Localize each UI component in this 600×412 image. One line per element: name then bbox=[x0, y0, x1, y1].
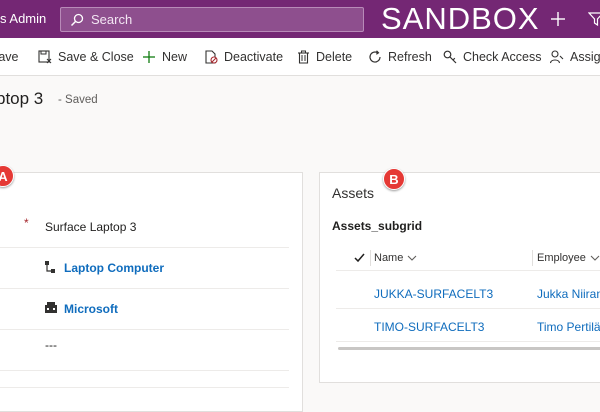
record-title: ptop 3 bbox=[0, 89, 44, 108]
new-label: New bbox=[162, 50, 188, 64]
callout-badge-b: B bbox=[383, 168, 405, 190]
key-icon bbox=[443, 50, 457, 64]
horizontal-scrollbar[interactable] bbox=[338, 347, 600, 350]
save-close-icon bbox=[38, 50, 52, 64]
refresh-label: Refresh bbox=[388, 50, 432, 64]
check-access-label: Check Access bbox=[463, 50, 542, 64]
assign-button[interactable]: Assign bbox=[550, 38, 600, 76]
save-close-label: Save & Close bbox=[58, 50, 134, 64]
top-navigation-bar: s Admin Search SANDBOX bbox=[0, 0, 600, 38]
app-name[interactable]: s Admin bbox=[0, 11, 46, 26]
record-header: ptop 3 - Saved bbox=[0, 76, 600, 156]
asset-name-link[interactable]: TIMO-SURFACELT3 bbox=[374, 320, 484, 334]
new-button[interactable]: New bbox=[142, 38, 187, 76]
environment-label: SANDBOX bbox=[381, 1, 540, 36]
refresh-icon bbox=[369, 50, 381, 63]
column-separator bbox=[370, 250, 371, 266]
check-icon[interactable] bbox=[354, 252, 365, 263]
grid-header: Name Employee bbox=[336, 247, 600, 271]
search-box[interactable]: Search bbox=[60, 7, 364, 32]
employee-column-header[interactable]: Employee bbox=[537, 252, 600, 264]
assets-title: Assets bbox=[332, 185, 375, 201]
subgrid-label: Assets_subgrid bbox=[332, 219, 423, 233]
chevron-down-icon bbox=[407, 255, 417, 261]
empty-field[interactable]: --- bbox=[0, 330, 289, 371]
account-icon bbox=[45, 302, 57, 313]
deactivate-icon bbox=[205, 50, 218, 64]
name-field[interactable]: * Surface Laptop 3 bbox=[0, 207, 289, 248]
assets-section: Assets Assets_subgrid Name Employee JUKK… bbox=[319, 172, 600, 383]
deactivate-label: Deactivate bbox=[224, 50, 284, 64]
save-button[interactable]: Save bbox=[0, 38, 19, 76]
deactivate-button[interactable]: Deactivate bbox=[204, 38, 283, 76]
manufacturer-field[interactable]: Microsoft bbox=[0, 289, 289, 330]
delete-label: Delete bbox=[316, 50, 353, 64]
asset-name-link[interactable]: JUKKA-SURFACELT3 bbox=[374, 287, 493, 301]
column-separator bbox=[532, 250, 533, 266]
category-link[interactable]: Laptop Computer bbox=[64, 261, 164, 275]
save-close-button[interactable]: Save & Close bbox=[38, 38, 134, 76]
empty-value: --- bbox=[45, 338, 57, 352]
search-placeholder: Search bbox=[91, 12, 133, 27]
save-status: - Saved bbox=[58, 94, 98, 106]
employee-column-label: Employee bbox=[537, 252, 586, 264]
name-value[interactable]: Surface Laptop 3 bbox=[45, 220, 136, 234]
check-access-button[interactable]: Check Access bbox=[443, 38, 542, 76]
trash-icon bbox=[298, 50, 309, 64]
required-marker: * bbox=[24, 216, 29, 230]
table-row[interactable]: JUKKA-SURFACELT3 Jukka Niiranen bbox=[336, 277, 600, 309]
manufacturer-link[interactable]: Microsoft bbox=[64, 302, 118, 316]
refresh-button[interactable]: Refresh bbox=[368, 38, 432, 76]
filter-icon[interactable] bbox=[586, 8, 600, 30]
name-column-header[interactable]: Name bbox=[374, 252, 417, 264]
general-section: * Surface Laptop 3 Laptop Computer Micro… bbox=[0, 172, 303, 412]
search-icon bbox=[70, 13, 84, 26]
employee-link[interactable]: Timo Pertilä bbox=[537, 320, 600, 334]
table-row[interactable]: TIMO-SURFACELT3 Timo Pertilä bbox=[336, 310, 600, 342]
assign-label: Assign bbox=[570, 50, 600, 64]
plus-icon bbox=[143, 51, 155, 63]
divider bbox=[0, 387, 289, 388]
employee-link[interactable]: Jukka Niiranen bbox=[537, 287, 600, 301]
save-label: Save bbox=[0, 50, 19, 64]
name-column-label: Name bbox=[374, 252, 404, 264]
assign-icon bbox=[550, 50, 564, 64]
category-field[interactable]: Laptop Computer bbox=[0, 248, 289, 289]
hierarchy-icon bbox=[45, 261, 55, 273]
chevron-down-icon bbox=[590, 255, 600, 261]
plus-icon[interactable] bbox=[548, 8, 568, 30]
delete-button[interactable]: Delete bbox=[297, 38, 352, 76]
command-bar: Save Save & Close New Deactivate Delete … bbox=[0, 38, 600, 76]
